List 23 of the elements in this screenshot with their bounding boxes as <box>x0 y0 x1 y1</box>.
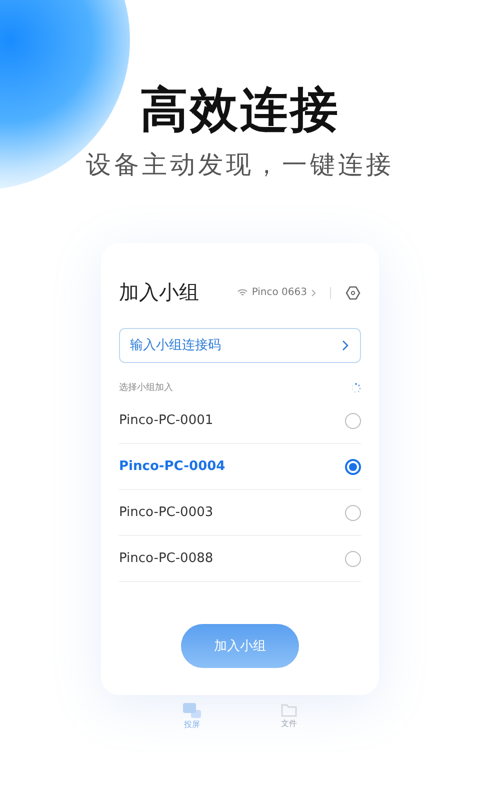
settings-icon[interactable] <box>345 284 361 300</box>
subtitle: 设备主动发现，一键连接 <box>86 149 394 181</box>
screens-icon <box>183 703 201 718</box>
group-name[interactable]: Pinco-PC-0088 <box>119 551 214 566</box>
tab[interactable]: 文件 <box>281 703 297 730</box>
code-input-field[interactable]: 输入小组连接码 <box>119 328 361 363</box>
wifi-icon <box>236 288 248 297</box>
group-name[interactable]: Pinco-PC-0001 <box>119 413 214 428</box>
radio-button[interactable] <box>345 458 361 474</box>
headline: 高效连接 <box>140 81 340 140</box>
join-group-button[interactable]: 加入小组 <box>181 624 299 668</box>
radio-button[interactable] <box>345 412 361 428</box>
group-name[interactable]: Pinco-PC-0003 <box>119 505 214 520</box>
radio-button[interactable] <box>345 504 361 520</box>
chevron-icon[interactable] <box>311 288 316 296</box>
card-title: 加入小组 <box>119 279 200 306</box>
loading-icon <box>351 382 361 392</box>
network-name[interactable]: Pinco 0663 <box>252 287 307 298</box>
folder-icon <box>281 703 297 717</box>
group-name[interactable]: Pinco-PC-0004 <box>119 459 226 474</box>
radio-button[interactable] <box>345 550 361 566</box>
section-label: 选择小组加入 <box>119 382 173 394</box>
chevron-icon <box>342 340 349 351</box>
